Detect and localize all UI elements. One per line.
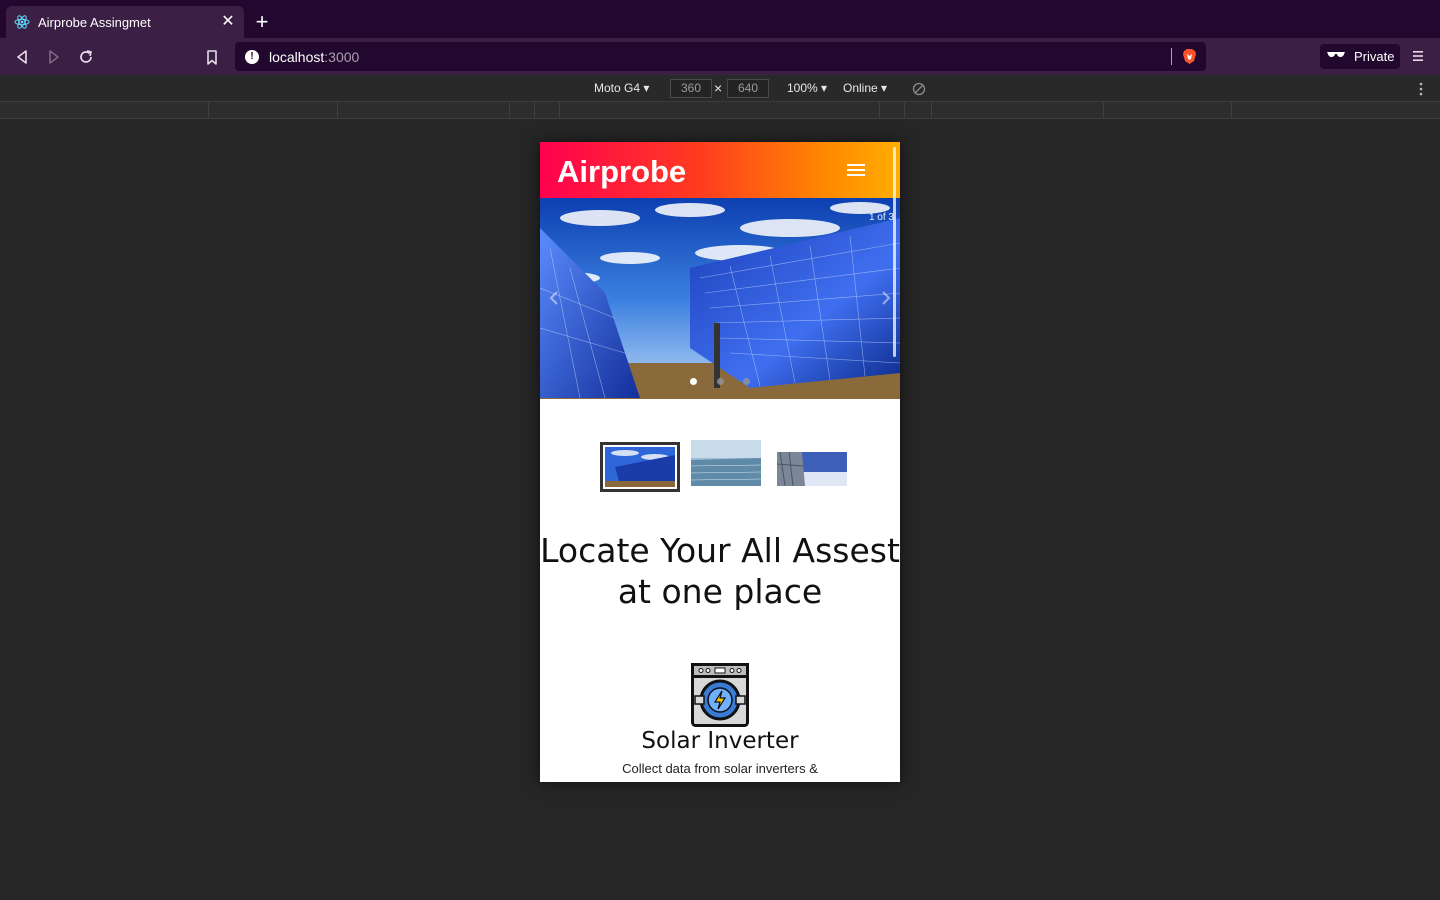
carousel-thumbnails (540, 439, 900, 495)
url-host: localhost (269, 48, 325, 65)
carousel-slide-image (540, 198, 900, 399)
media-query-segment[interactable] (880, 102, 905, 119)
close-tab-icon[interactable]: ✕ (220, 14, 236, 30)
media-query-segment[interactable] (905, 102, 932, 119)
more-options-icon[interactable] (1418, 82, 1424, 96)
solar-inverter-icon (691, 663, 749, 727)
app-header: Airprobe (540, 142, 900, 198)
private-label: Private (1354, 49, 1395, 64)
url-divider (1171, 48, 1172, 65)
rotate-icon[interactable] (912, 82, 926, 96)
carousel-thumbnail[interactable] (690, 440, 762, 486)
hamburger-menu-icon[interactable] (847, 163, 865, 177)
carousel-dot[interactable] (743, 378, 750, 385)
viewport-scrollbar[interactable] (893, 147, 896, 357)
device-viewport: Airprobe 1 of 3 Locate Your All Assest a… (540, 142, 900, 782)
media-query-segment[interactable] (932, 102, 1104, 119)
hero-headline: Locate Your All Assest at one place (540, 530, 900, 612)
media-query-segment[interactable] (535, 102, 560, 119)
tab-strip: Airprobe Assingmet ✕ + (0, 0, 1440, 38)
media-query-segment[interactable] (338, 102, 510, 119)
network-throttle-select[interactable]: Online ▾ (843, 81, 887, 95)
browser-tab[interactable]: Airprobe Assingmet ✕ (6, 6, 244, 38)
brave-shields-icon[interactable] (1181, 48, 1198, 65)
url-port: :3000 (324, 48, 360, 65)
hero-headline-line: at one place (617, 572, 823, 611)
carousel-dot-active[interactable] (690, 378, 697, 385)
media-query-segment[interactable] (1104, 102, 1232, 119)
carousel-thumbnail-selected[interactable] (600, 442, 680, 492)
device-toolbar: Moto G4 ▾ 360 × 640 100% ▾ Online ▾ (0, 75, 1440, 102)
device-width-input[interactable]: 360 (670, 79, 712, 98)
zoom-select[interactable]: 100% ▾ (787, 81, 827, 95)
carousel-dot[interactable] (716, 378, 724, 385)
forward-icon[interactable] (43, 46, 65, 68)
carousel-prev-icon[interactable] (548, 290, 560, 306)
brand-logo[interactable]: Airprobe (557, 154, 686, 190)
carousel-dots (690, 378, 750, 386)
media-query-segment[interactable] (0, 102, 209, 119)
feature-title: Solar Inverter (641, 728, 799, 754)
new-tab-button[interactable]: + (252, 11, 272, 33)
back-icon[interactable] (11, 46, 33, 68)
media-query-bar[interactable] (0, 102, 1440, 119)
media-query-segment[interactable] (1232, 102, 1440, 119)
private-glasses-icon (1326, 48, 1346, 66)
hero-headline-line: Locate Your All Assest (540, 531, 900, 570)
image-carousel[interactable]: 1 of 3 (540, 198, 900, 399)
site-info-icon[interactable]: ! (245, 49, 259, 64)
tab-title: Airprobe Assingmet (38, 14, 151, 30)
feature-description: Collect data from solar inverters & (622, 761, 818, 776)
bookmark-icon[interactable] (201, 46, 223, 68)
device-height-input[interactable]: 640 (727, 79, 769, 98)
reload-icon[interactable] (75, 46, 97, 68)
media-query-segment[interactable] (560, 102, 880, 119)
react-icon (14, 14, 30, 30)
carousel-next-icon[interactable] (880, 290, 892, 306)
private-window-indicator[interactable]: Private (1320, 44, 1400, 69)
carousel-counter: 1 of 3 (868, 212, 894, 223)
device-select[interactable]: Moto G4 ▾ (594, 81, 649, 95)
dimension-times: × (714, 80, 723, 96)
browser-toolbar: ! localhost:3000 Private (0, 38, 1440, 75)
address-bar[interactable]: ! localhost:3000 (235, 42, 1206, 71)
media-query-segment[interactable] (510, 102, 535, 119)
browser-menu-icon[interactable] (1410, 48, 1426, 64)
media-query-segment[interactable] (209, 102, 338, 119)
carousel-thumbnail[interactable] (776, 451, 847, 487)
